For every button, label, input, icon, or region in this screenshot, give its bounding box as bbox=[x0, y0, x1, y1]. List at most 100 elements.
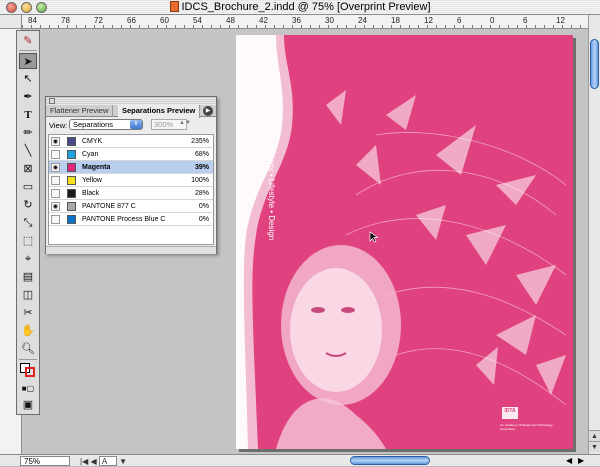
horizontal-ruler[interactable]: 847872666054484236302418126061218 bbox=[22, 15, 600, 29]
page-navigation: |◀ ◀ A ▼ bbox=[80, 456, 127, 467]
palette-menu-icon[interactable]: ▶ bbox=[203, 106, 213, 116]
zoom-level-field[interactable]: 75% bbox=[20, 456, 70, 466]
ink-name: Yellow bbox=[82, 177, 102, 184]
ink-percentage: 100% bbox=[191, 177, 209, 184]
pencil-tool-icon[interactable]: ✏ bbox=[19, 125, 37, 141]
ink-name: Magenta bbox=[82, 164, 111, 171]
ink-row[interactable]: ◉ Magenta 39% bbox=[49, 161, 213, 174]
ink-row[interactable]: Yellow 100% bbox=[49, 174, 213, 187]
ink-limit-value: 300% bbox=[154, 120, 174, 129]
view-label: View: bbox=[49, 121, 68, 130]
tool-divider bbox=[19, 50, 37, 51]
rectangle-tool-icon[interactable]: ▭ bbox=[19, 179, 37, 195]
ink-percentage: 68% bbox=[194, 151, 209, 158]
vertical-scroll-thumb[interactable] bbox=[590, 39, 599, 89]
window-title-text: IDCS_Brochure_2.indd @ 75% [Overprint Pr… bbox=[181, 1, 431, 13]
hand-tool-icon[interactable]: ✋ bbox=[19, 323, 37, 339]
document-page[interactable]: aesthetic Technology • Lifestyle • Desig… bbox=[236, 35, 573, 449]
pen-tool-icon[interactable]: ✒ bbox=[19, 89, 37, 105]
page-number-field[interactable]: A bbox=[98, 456, 117, 466]
zoom-tool-icon[interactable]: 🔍︎ bbox=[19, 341, 37, 357]
ruler-tick-label: 48 bbox=[226, 16, 235, 25]
ruler-tick-label: 6 bbox=[457, 16, 462, 25]
ink-swatch bbox=[67, 163, 76, 172]
vertical-scrollbar[interactable]: ▲ ▼ bbox=[588, 15, 600, 454]
ink-swatch bbox=[67, 176, 76, 185]
eye-visibility-icon[interactable] bbox=[51, 150, 60, 159]
ruler-origin[interactable] bbox=[0, 15, 22, 29]
scroll-right-arrow-icon[interactable]: ▶ bbox=[578, 456, 584, 465]
ruler-tick-label: 60 bbox=[160, 16, 169, 25]
free-transform-tool-icon[interactable]: ⬚ bbox=[19, 233, 37, 249]
ruler-tick-label: 12 bbox=[424, 16, 433, 25]
eye-visibility-icon[interactable] bbox=[51, 176, 60, 185]
view-dropdown[interactable]: Separations ⇕ bbox=[69, 119, 143, 130]
ruler-tick-label: 0 bbox=[490, 16, 495, 25]
tab-flattener-preview[interactable]: Flattener Preview bbox=[46, 105, 114, 117]
ink-swatch bbox=[67, 150, 76, 159]
eyedropper-tool-icon[interactable]: ⌖ bbox=[19, 251, 37, 267]
eye-visibility-icon[interactable] bbox=[51, 215, 60, 224]
ink-swatch bbox=[67, 137, 76, 146]
scissors-tool-icon[interactable]: ✂ bbox=[19, 305, 37, 321]
ink-row[interactable]: PANTONE Process Blue C 0% bbox=[49, 213, 213, 226]
scale-tool-icon[interactable]: ⤡ bbox=[19, 215, 37, 231]
fill-stroke-icon[interactable] bbox=[19, 362, 37, 378]
ink-row[interactable]: ◉ CMYK 235% bbox=[49, 135, 213, 148]
button-tool-icon[interactable]: ◫ bbox=[19, 287, 37, 303]
ink-swatch bbox=[67, 189, 76, 198]
palette-title-bar[interactable] bbox=[46, 97, 216, 105]
artwork bbox=[236, 35, 567, 449]
ink-row[interactable]: Cyan 68% bbox=[49, 148, 213, 161]
ruler-tick-label: 30 bbox=[325, 16, 334, 25]
brand-wordmark: aesthetic bbox=[237, 83, 258, 167]
apply-color-icon[interactable]: ■▢ bbox=[19, 381, 37, 397]
line-tool-icon[interactable]: ╲ bbox=[19, 143, 37, 159]
rectangle-frame-tool-icon[interactable]: ⊠ bbox=[19, 161, 37, 177]
title-bar[interactable]: IDCS_Brochure_2.indd @ 75% [Overprint Pr… bbox=[0, 0, 600, 15]
ink-percentage: 28% bbox=[194, 190, 209, 197]
type-tool-icon[interactable]: T bbox=[19, 107, 37, 123]
zoom-level-text: 75% bbox=[24, 457, 41, 466]
horizontal-scroll-thumb[interactable] bbox=[350, 456, 430, 465]
ruler-tick-label: 12 bbox=[556, 16, 565, 25]
ruler-tick-label: 84 bbox=[28, 16, 37, 25]
prev-page-icon[interactable]: ◀ bbox=[90, 457, 96, 466]
indesign-window: IDCS_Brochure_2.indd @ 75% [Overprint Pr… bbox=[0, 0, 600, 466]
first-page-icon[interactable]: |◀ bbox=[80, 457, 88, 466]
scroll-up-arrow-icon[interactable]: ▲ bbox=[589, 430, 600, 441]
status-bar: 75% |◀ ◀ A ▼ ◀ ▶ bbox=[0, 454, 600, 466]
eye-visibility-icon[interactable] bbox=[51, 189, 60, 198]
view-mode-icon[interactable]: ▣ bbox=[19, 397, 37, 413]
scroll-left-arrow-icon[interactable]: ◀ bbox=[566, 456, 572, 465]
scroll-down-arrow-icon[interactable]: ▼ bbox=[589, 441, 600, 452]
view-row: View: Separations ⇕ 300% ▲▼ bbox=[49, 119, 213, 131]
ink-name: Cyan bbox=[82, 151, 99, 158]
palette-close-icon[interactable] bbox=[49, 98, 55, 104]
ink-swatch bbox=[67, 215, 76, 224]
eye-visibility-icon[interactable]: ◉ bbox=[51, 163, 60, 172]
ink-name: Black bbox=[82, 190, 100, 197]
ruler-tick-label: 78 bbox=[61, 16, 70, 25]
page-menu-icon[interactable]: ▼ bbox=[119, 457, 127, 466]
ruler-tick-label: 54 bbox=[193, 16, 202, 25]
palette-resize-bar[interactable] bbox=[46, 246, 216, 254]
ruler-tick-label: 42 bbox=[259, 16, 268, 25]
rotate-tool-icon[interactable]: ↻ bbox=[19, 197, 37, 213]
tab-separations-preview[interactable]: Separations Preview bbox=[118, 105, 201, 118]
brand-tagline: Technology • Lifestyle • Design bbox=[267, 131, 276, 241]
ink-name: PANTONE 877 C bbox=[82, 203, 136, 210]
ruler-tick-label: 24 bbox=[358, 16, 367, 25]
ruler-tick-label: 18 bbox=[391, 16, 400, 25]
ink-row[interactable]: ◉ PANTONE 877 C 0% bbox=[49, 200, 213, 213]
gradient-tool-icon[interactable]: ▤ bbox=[19, 269, 37, 285]
eye-visibility-icon[interactable]: ◉ bbox=[51, 202, 60, 211]
eye-visibility-icon[interactable]: ◉ bbox=[51, 137, 60, 146]
ink-limit-stepper-icon[interactable]: ▲▼ bbox=[179, 120, 191, 126]
direct-selection-tool-icon[interactable]: ↖ bbox=[19, 71, 37, 87]
page-number-text: A bbox=[101, 457, 108, 466]
feather-logo-icon: ✎ bbox=[23, 35, 33, 47]
separations-preview-palette: Flattener Preview Separations Preview ▶ … bbox=[45, 96, 217, 254]
selection-tool-icon[interactable]: ➤ bbox=[19, 53, 37, 69]
ink-row[interactable]: Black 28% bbox=[49, 187, 213, 200]
